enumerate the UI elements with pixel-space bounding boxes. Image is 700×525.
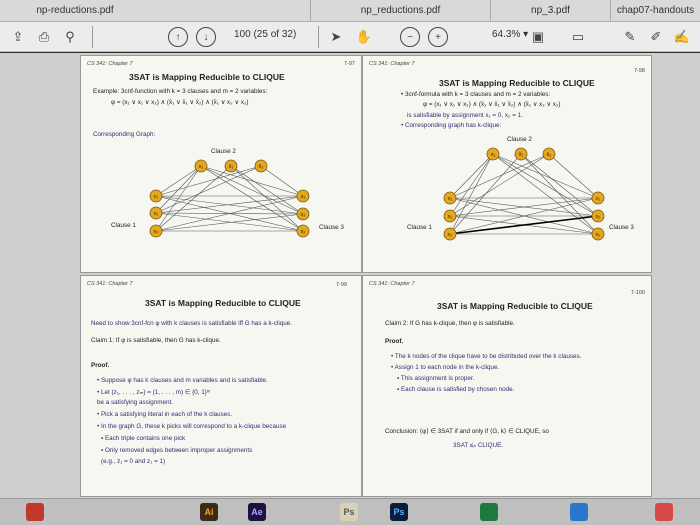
graph-node-label: x₁	[301, 194, 306, 200]
slide-line: be a satisfying assignment.	[97, 399, 173, 406]
tab-chap07-handouts[interactable]: chap07-handouts	[610, 0, 700, 22]
tab-np-reductions-2[interactable]: np_reductions.pdf	[310, 0, 490, 22]
app-icon-after-effects[interactable]: Ae	[248, 503, 266, 521]
app-icon-red[interactable]	[26, 503, 44, 521]
slide-title: 3SAT is Mapping Reducible to CLIQUE	[145, 298, 301, 308]
slide-7-100: CS 341: Chapter 7 7-100 3SAT is Mapping …	[362, 275, 652, 497]
tools-icon[interactable]: ▭	[568, 27, 588, 47]
zoom-in-icon[interactable]: +	[428, 27, 448, 47]
graph-node-label: x₂	[154, 229, 159, 235]
slide-line: Proof.	[385, 338, 404, 345]
graph-node-label: x₁	[154, 194, 159, 200]
graph-node-label: x₁	[154, 211, 159, 217]
slide-line: • Pick a satisfying literal in each of t…	[97, 411, 233, 418]
slide-page-number: 7-99	[335, 282, 347, 288]
slide-7-98: CS 341: Chapter 7 7-98 3SAT is Mapping R…	[362, 55, 652, 273]
graph-node-label: x₁	[491, 152, 496, 158]
graph-node-label: x₂	[301, 229, 306, 235]
hand-tool-icon[interactable]: ✋	[354, 27, 374, 47]
slide-line: Need to show 3cnf-fcn φ with k clauses i…	[91, 320, 293, 327]
slide-line: Claim 2: If G has k-clique, then φ is sa…	[385, 320, 515, 327]
zoom-select[interactable]: 64.3% ▾	[492, 29, 528, 40]
graph-edge	[492, 153, 599, 199]
slide-line: Claim 1: If φ is satisfiable, then G has…	[91, 337, 221, 344]
slide-line: ▪ Each clause is satisfied by chosen nod…	[397, 386, 515, 393]
graph-node-label: x̄₁	[229, 164, 234, 170]
slide-line: • Suppose φ has k clauses and m variable…	[97, 377, 268, 384]
clause-graph: x₁ x̄₁ x̄₂ x₁ x₁ x₂ x₁ x₂ x₂	[149, 159, 310, 238]
graph-edge	[449, 153, 494, 199]
app-icon-blue[interactable]	[570, 503, 588, 521]
zoom-out-icon[interactable]: −	[400, 27, 420, 47]
graph-node-label: x₁	[448, 214, 453, 220]
graph-edge	[200, 165, 304, 197]
graph-node-label: x₁	[448, 196, 453, 202]
app-icon-photoshop-file[interactable]: Ps	[340, 503, 358, 521]
app-icon-illustrator[interactable]: Ai	[200, 503, 218, 521]
tab-np-3[interactable]: np_3.pdf	[490, 0, 610, 22]
tab-np-reductions-1[interactable]: np-reductions.pdf	[0, 0, 150, 22]
slide-line: ▪ This assignment is proper.	[397, 375, 475, 382]
slide-line: • Let (z₁, . . . , zₘ) = (1, . . . , m) …	[97, 389, 211, 396]
graph-node-label: x₂	[596, 232, 601, 238]
slide-7-99: CS 341: Chapter 7 7-99 3SAT is Mapping R…	[80, 275, 362, 497]
toolbar: ⇪ ⎙ ⚲ ↑ ↓ 100 (25 of 32) ➤ ✋ − + 64.3% ▾…	[0, 22, 700, 52]
slide-line: 3SAT ≤ₚ CLIQUE.	[453, 442, 504, 449]
graph-node-label: x̄₂	[259, 164, 264, 170]
slide-header: CS 341: Chapter 7	[369, 281, 415, 287]
print-icon[interactable]: ⎙	[34, 27, 54, 47]
graph-edge	[492, 153, 599, 217]
graph-edge	[449, 153, 550, 199]
page-up-icon[interactable]: ↑	[168, 27, 188, 47]
graph-edge	[200, 165, 304, 232]
page-number-input[interactable]: 100 (25 of 32)	[234, 29, 296, 40]
graph-node-label: x₂	[596, 214, 601, 220]
app-icon-photoshop[interactable]: Ps	[390, 503, 408, 521]
graph-node-label: x₁	[596, 196, 601, 202]
highlight-icon[interactable]: ✐	[646, 27, 666, 47]
slide-line: Proof.	[91, 362, 110, 369]
graph-node-label: x̄₁	[519, 152, 524, 158]
graph-node-label: x₂	[448, 232, 453, 238]
slide-header: CS 341: Chapter 7	[87, 281, 133, 287]
clause-graph-with-clique: x₁ x̄₁ x̄₂ x₁ x₁ x₂ x₁ x₂ x₂	[443, 147, 605, 241]
page-down-icon[interactable]: ↓	[196, 27, 216, 47]
app-icon-red-2[interactable]	[655, 503, 673, 521]
graph-edge	[200, 165, 304, 215]
graph-edge	[449, 153, 494, 235]
search-icon[interactable]: ⚲	[60, 27, 80, 47]
graph-node-label: x₂	[301, 212, 306, 218]
select-cursor-icon[interactable]: ➤	[326, 27, 346, 47]
slide-line: (e.g., z₁ = 0 and z₁ = 1)	[101, 458, 166, 465]
share-icon[interactable]: ⇪	[8, 27, 28, 47]
slide-line: ▪ Each triple contains one pick	[101, 435, 186, 442]
fit-page-icon[interactable]: ▣	[528, 27, 548, 47]
graph-node-label: x₁	[199, 164, 204, 170]
slide-line: • The k nodes of the clique have to be d…	[391, 353, 582, 360]
slide-line: • Assign 1 to each node in the k-clique.	[391, 364, 500, 371]
graph-edge	[260, 165, 304, 197]
app-icon-green[interactable]	[480, 503, 498, 521]
graph-edge	[520, 153, 599, 235]
comment-icon[interactable]: ✎	[620, 27, 640, 47]
dock: Ai Ae Ps Ps	[0, 498, 700, 525]
graph-edge	[155, 165, 262, 214]
tab-bar: np-reductions.pdf np_reductions.pdf np_3…	[0, 0, 700, 22]
slide-line: Conclusion: ⟨φ⟩ ∈ 3SAT if and only if ⟨G…	[385, 428, 549, 435]
slide-title: 3SAT is Mapping Reducible to CLIQUE	[437, 301, 593, 311]
slide-7-97: CS 341: Chapter 7 7-97 3SAT is Mapping R…	[80, 55, 362, 273]
slide-line: ▪ Only removed edges between improper as…	[101, 447, 253, 454]
slide-page-number: 7-100	[630, 290, 645, 296]
graph-node-label: x̄₂	[547, 152, 552, 158]
sign-icon[interactable]: ✍	[672, 27, 692, 47]
slide-line: • In the graph G, these k picks will cor…	[97, 423, 287, 430]
graph-edge	[155, 165, 202, 197]
